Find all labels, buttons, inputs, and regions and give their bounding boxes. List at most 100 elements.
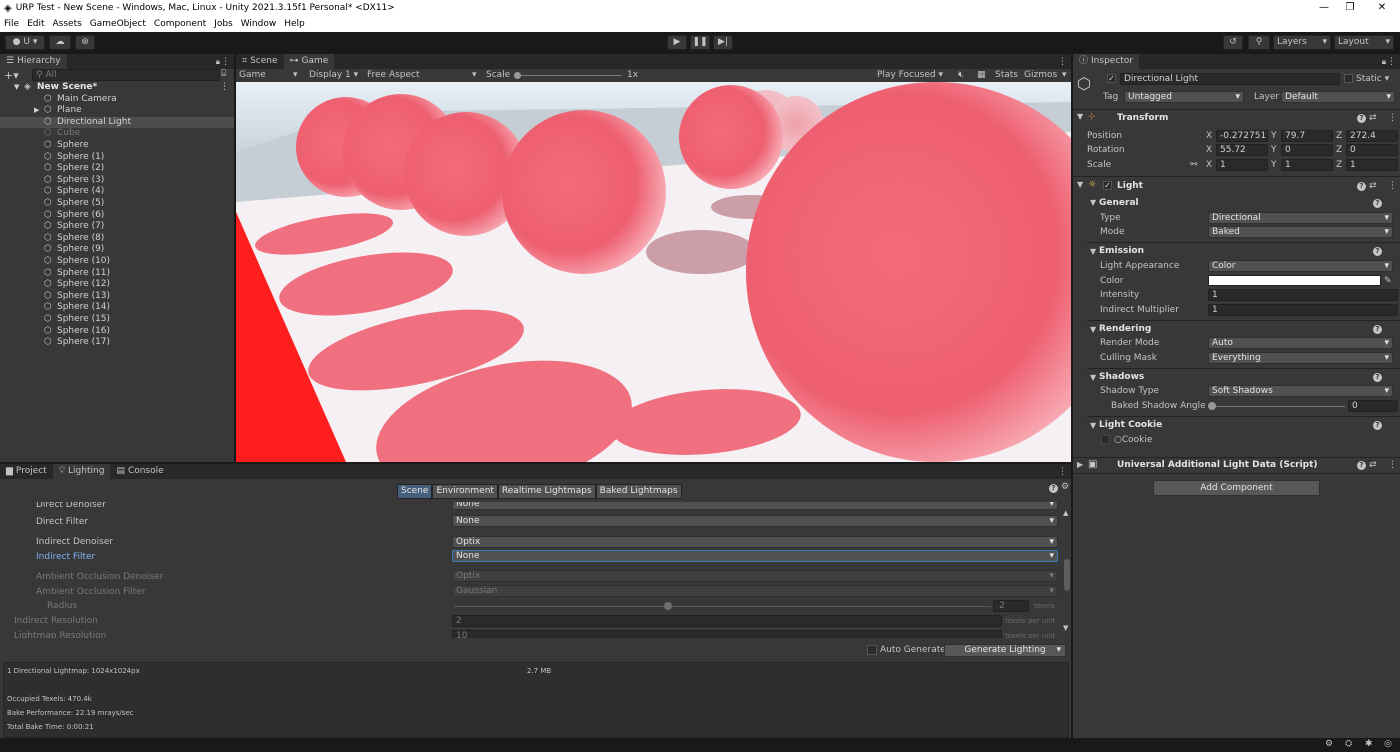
debug-icon[interactable]: ✱ <box>1365 739 1373 749</box>
hierarchy-item[interactable]: ⬡ Sphere (13) <box>0 291 234 303</box>
more-icon[interactable]: ⋮ <box>1388 459 1397 471</box>
tab-game[interactable]: ⊶ Game <box>283 54 335 69</box>
collapse-arrow-icon[interactable]: ▼ <box>1090 373 1096 382</box>
menu-item-file[interactable]: File <box>4 19 19 29</box>
scale-slider-track[interactable] <box>514 75 622 76</box>
hierarchy-item[interactable]: ⬡ Sphere (1) <box>0 152 234 164</box>
preset-icon[interactable]: ⇄ <box>1369 112 1377 124</box>
link-icon[interactable]: ⚯ <box>1190 159 1198 171</box>
rendering-section[interactable]: Rendering <box>1099 323 1151 335</box>
add-icon[interactable]: +▾ <box>4 69 19 82</box>
layers-dropdown[interactable]: Layers ▾ <box>1273 35 1331 50</box>
grid-icon[interactable]: ▦ <box>977 69 986 82</box>
cookie-field[interactable] <box>1101 435 1110 444</box>
collapse-arrow-icon[interactable]: ▼ <box>1090 198 1096 207</box>
light-mode-dropdown[interactable]: Baked <box>1208 226 1393 238</box>
scroll-up-icon[interactable]: ▲ <box>1063 509 1068 517</box>
more-icon[interactable]: ⋮ <box>1058 467 1067 477</box>
subtab-scene[interactable]: Scene <box>397 484 433 499</box>
history-button[interactable]: ↺ <box>1223 35 1243 50</box>
scale-x-field[interactable]: 1 <box>1216 159 1268 171</box>
hierarchy-item[interactable]: ⬡ Sphere (10) <box>0 256 234 268</box>
scale-y-field[interactable]: 1 <box>1281 159 1333 171</box>
light-type-dropdown[interactable]: Directional <box>1208 212 1393 224</box>
scale-z-field[interactable]: 1 <box>1346 159 1398 171</box>
tag-dropdown[interactable]: Untagged <box>1124 91 1244 103</box>
rotation-y-field[interactable]: 0 <box>1281 144 1333 156</box>
preset-icon[interactable]: ⇄ <box>1369 459 1377 471</box>
more-icon[interactable]: ⋮ <box>220 82 229 94</box>
collapse-arrow-icon[interactable]: ▼ <box>1090 325 1096 334</box>
display-dropdown[interactable]: Display 1 ▾ <box>309 69 358 82</box>
collapse-arrow-icon[interactable]: ▼ <box>1090 421 1096 430</box>
light-cookie-section[interactable]: Light Cookie <box>1099 419 1162 431</box>
hierarchy-item[interactable]: ⬡ Sphere <box>0 140 234 152</box>
hierarchy-item[interactable]: ⬡ Sphere (2) <box>0 163 234 175</box>
scale-slider-handle[interactable] <box>514 72 521 79</box>
baked-angle-slider-track[interactable] <box>1210 406 1345 407</box>
lighting-status-icon[interactable]: ⛭ <box>1345 739 1352 749</box>
close-button[interactable]: ✕ <box>1368 0 1396 16</box>
tab-project[interactable]: ▆ Project <box>0 464 53 479</box>
intensity-field[interactable]: 1 <box>1208 289 1398 301</box>
help-icon[interactable]: ? <box>1373 325 1382 334</box>
active-checkbox[interactable]: ✓ <box>1107 74 1116 83</box>
collapse-arrow-icon[interactable]: ▼ <box>1077 180 1083 189</box>
hierarchy-item[interactable]: ⬡ Sphere (9) <box>0 244 234 256</box>
tab-hierarchy[interactable]: ☰ Hierarchy <box>0 54 67 69</box>
general-section[interactable]: General <box>1099 197 1139 209</box>
collab-button[interactable]: ⊛ <box>75 35 95 50</box>
indirect-multiplier-field[interactable]: 1 <box>1208 304 1398 316</box>
object-name-field[interactable]: Directional Light <box>1120 73 1340 85</box>
hierarchy-item[interactable]: ⬡ Sphere (6) <box>0 210 234 222</box>
more-icon[interactable]: ⋮ <box>1388 180 1397 192</box>
scroll-down-icon[interactable]: ▼ <box>1063 624 1068 632</box>
help-icon[interactable]: ? <box>1373 421 1382 430</box>
hierarchy-item[interactable]: ▼ ◈ New Scene* ⋮ <box>0 82 234 94</box>
more-icon[interactable]: ⋮ <box>221 57 230 67</box>
hierarchy-item[interactable]: ⬡ Cube <box>0 128 234 140</box>
bug-icon[interactable]: ⚙ <box>1325 739 1333 749</box>
hierarchy-item[interactable]: ⬡ Sphere (4) <box>0 186 234 198</box>
additional-light-data-title[interactable]: Universal Additional Light Data (Script) <box>1117 459 1318 471</box>
help-icon[interactable]: ? <box>1357 182 1366 191</box>
indirect-denoiser-dropdown[interactable]: Optix <box>452 536 1058 548</box>
direct-filter-dropdown[interactable]: None <box>452 515 1058 527</box>
rotation-x-field[interactable]: 55.72 <box>1216 144 1268 156</box>
hierarchy-item[interactable]: ⬡ Sphere (12) <box>0 279 234 291</box>
menu-item-help[interactable]: Help <box>284 19 305 29</box>
position-z-field[interactable]: 272.4 <box>1346 130 1398 142</box>
menu-item-window[interactable]: Window <box>241 19 277 29</box>
mute-icon[interactable]: 🔇︎ <box>958 69 964 82</box>
expand-arrow-icon[interactable]: ▶ <box>1077 460 1083 469</box>
hierarchy-search-input[interactable]: ⚲ All <box>32 69 220 81</box>
hierarchy-item[interactable]: ⬡ Sphere (3) <box>0 175 234 187</box>
maximize-button[interactable]: ❐ <box>1336 0 1364 16</box>
more-icon[interactable]: ⋮ <box>1388 112 1397 124</box>
menu-item-component[interactable]: Component <box>154 19 206 29</box>
collapse-arrow-icon[interactable]: ▼ <box>1077 112 1083 121</box>
baked-angle-field[interactable]: 0 <box>1348 400 1398 412</box>
subtab-realtime-lightmaps[interactable]: Realtime Lightmaps <box>497 484 596 499</box>
help-icon[interactable]: ? <box>1373 373 1382 382</box>
static-checkbox[interactable] <box>1344 74 1353 83</box>
game-viewport[interactable] <box>236 82 1071 462</box>
game-mode-dropdown[interactable]: Game <box>239 69 266 82</box>
menu-item-gameobject[interactable]: GameObject <box>90 19 146 29</box>
color-swatch[interactable] <box>1208 275 1381 286</box>
aspect-dropdown[interactable]: Free Aspect <box>367 69 420 82</box>
generate-lighting-button[interactable]: Generate Lighting ▾ <box>944 644 1066 657</box>
hierarchy-item[interactable]: ⬡ Sphere (15) <box>0 314 234 326</box>
hierarchy-item[interactable]: ⬡ Sphere (16) <box>0 326 234 338</box>
baked-angle-slider-handle[interactable] <box>1208 402 1216 410</box>
hierarchy-item[interactable]: ▶ ⬡ Plane <box>0 105 234 117</box>
hierarchy-item[interactable]: ⬡ Main Camera <box>0 94 234 106</box>
static-dropdown[interactable]: Static ▾ <box>1356 73 1389 85</box>
play-focused-dropdown[interactable]: Play Focused ▾ <box>877 69 943 82</box>
lock-icon[interactable]: 🔒︎ <box>1382 57 1386 67</box>
hierarchy-item[interactable]: ⬡ Sphere (5) <box>0 198 234 210</box>
lock-icon[interactable]: 🔒︎ <box>216 57 220 67</box>
shadows-section[interactable]: Shadows <box>1099 371 1144 383</box>
indirect-filter-dropdown[interactable]: None <box>452 550 1058 562</box>
help-icon[interactable]: ? <box>1357 461 1366 470</box>
